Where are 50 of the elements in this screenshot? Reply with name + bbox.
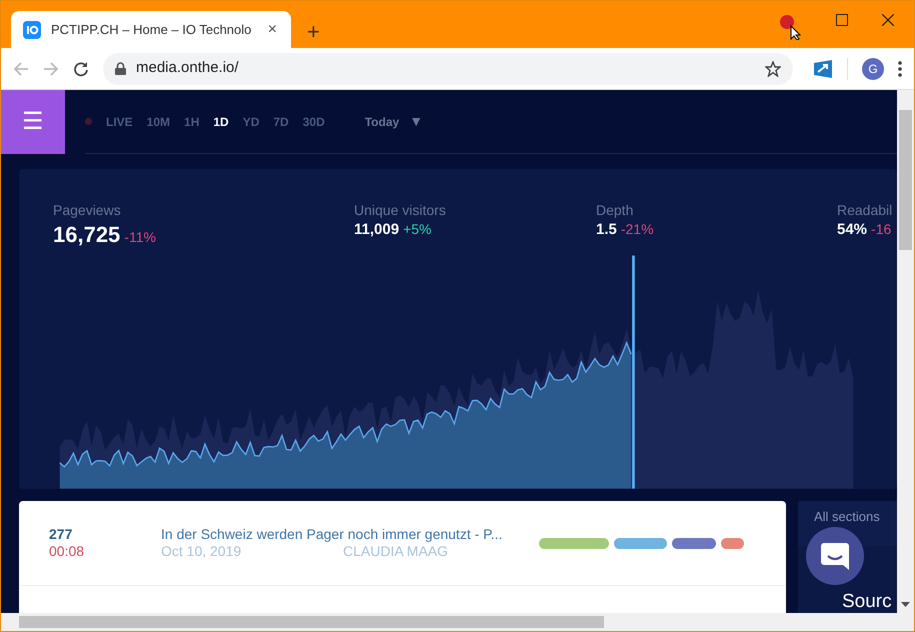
metric-label: Unique visitors (354, 203, 447, 218)
menu-icon[interactable] (898, 60, 902, 76)
metric-change: -21% (620, 221, 654, 238)
metric-change: +5% (403, 221, 432, 238)
caret-icon: ▼ (409, 111, 424, 132)
sources-label[interactable]: Sourc (842, 592, 892, 611)
metric-value: 54% (837, 221, 868, 238)
time-filter-tab[interactable]: 1H (184, 112, 200, 130)
maximize-icon[interactable] (836, 14, 848, 26)
metric-change: -11% (124, 229, 156, 246)
time-filter-tab[interactable]: 7D (273, 112, 289, 130)
url-text: media.onthe.io/ (136, 58, 240, 78)
metric-change: -16 (871, 221, 892, 238)
star-icon[interactable] (765, 60, 781, 76)
address-bar[interactable]: media.onthe.io/ (103, 52, 793, 84)
close-icon[interactable] (882, 14, 894, 26)
date-range-dropdown[interactable]: Today ▼ (358, 110, 430, 133)
metric-value: 1.5 (596, 221, 617, 238)
extension-icon[interactable] (813, 58, 833, 78)
browser-tab[interactable]: PCTIPP.CH – Home – IO Technolo × (11, 11, 291, 48)
time-filter-tab[interactable]: 10M (146, 112, 170, 130)
live-dot-icon (85, 118, 92, 125)
time-filter-tab[interactable]: 1D (213, 112, 229, 130)
vertical-scrollbar[interactable] (897, 90, 914, 613)
view-count: 277 (49, 526, 74, 543)
lock-icon (115, 62, 126, 75)
close-tab-button[interactable]: × (266, 22, 279, 38)
time-filter-tab[interactable]: YD (242, 112, 260, 130)
article-title[interactable]: In der Schweiz werden Pager noch immer genutzt - P... (161, 526, 539, 543)
horizontal-scrollbar[interactable] (1, 613, 914, 631)
metric-value: 16,725 (53, 222, 120, 248)
chat-icon (820, 541, 850, 571)
menu-button[interactable]: ☰ (1, 90, 65, 154)
time-filter-tab[interactable]: LIVE (106, 112, 133, 130)
new-tab-button[interactable]: + (301, 20, 326, 44)
metric-label: Readabil (837, 203, 894, 218)
site-icon (23, 20, 41, 38)
article-author: CLAUDIA MAAG (343, 543, 448, 560)
read-time: 00:08 (49, 543, 86, 560)
scroll-thumb[interactable] (19, 616, 604, 628)
reload-icon[interactable] (73, 60, 89, 76)
scroll-thumb[interactable] (899, 110, 912, 250)
profile-avatar[interactable]: G (862, 58, 884, 80)
tab-title: PCTIPP.CH – Home – IO Technolo (51, 20, 252, 39)
article-date: Oct 10, 2019 (161, 543, 242, 560)
metric-label: Pageviews (53, 203, 122, 218)
scroll-down-icon[interactable] (901, 602, 910, 607)
metric-value: 11,009 (354, 221, 400, 238)
time-filter-tab[interactable]: 30D (302, 112, 325, 130)
metric-label: Depth (596, 203, 634, 218)
